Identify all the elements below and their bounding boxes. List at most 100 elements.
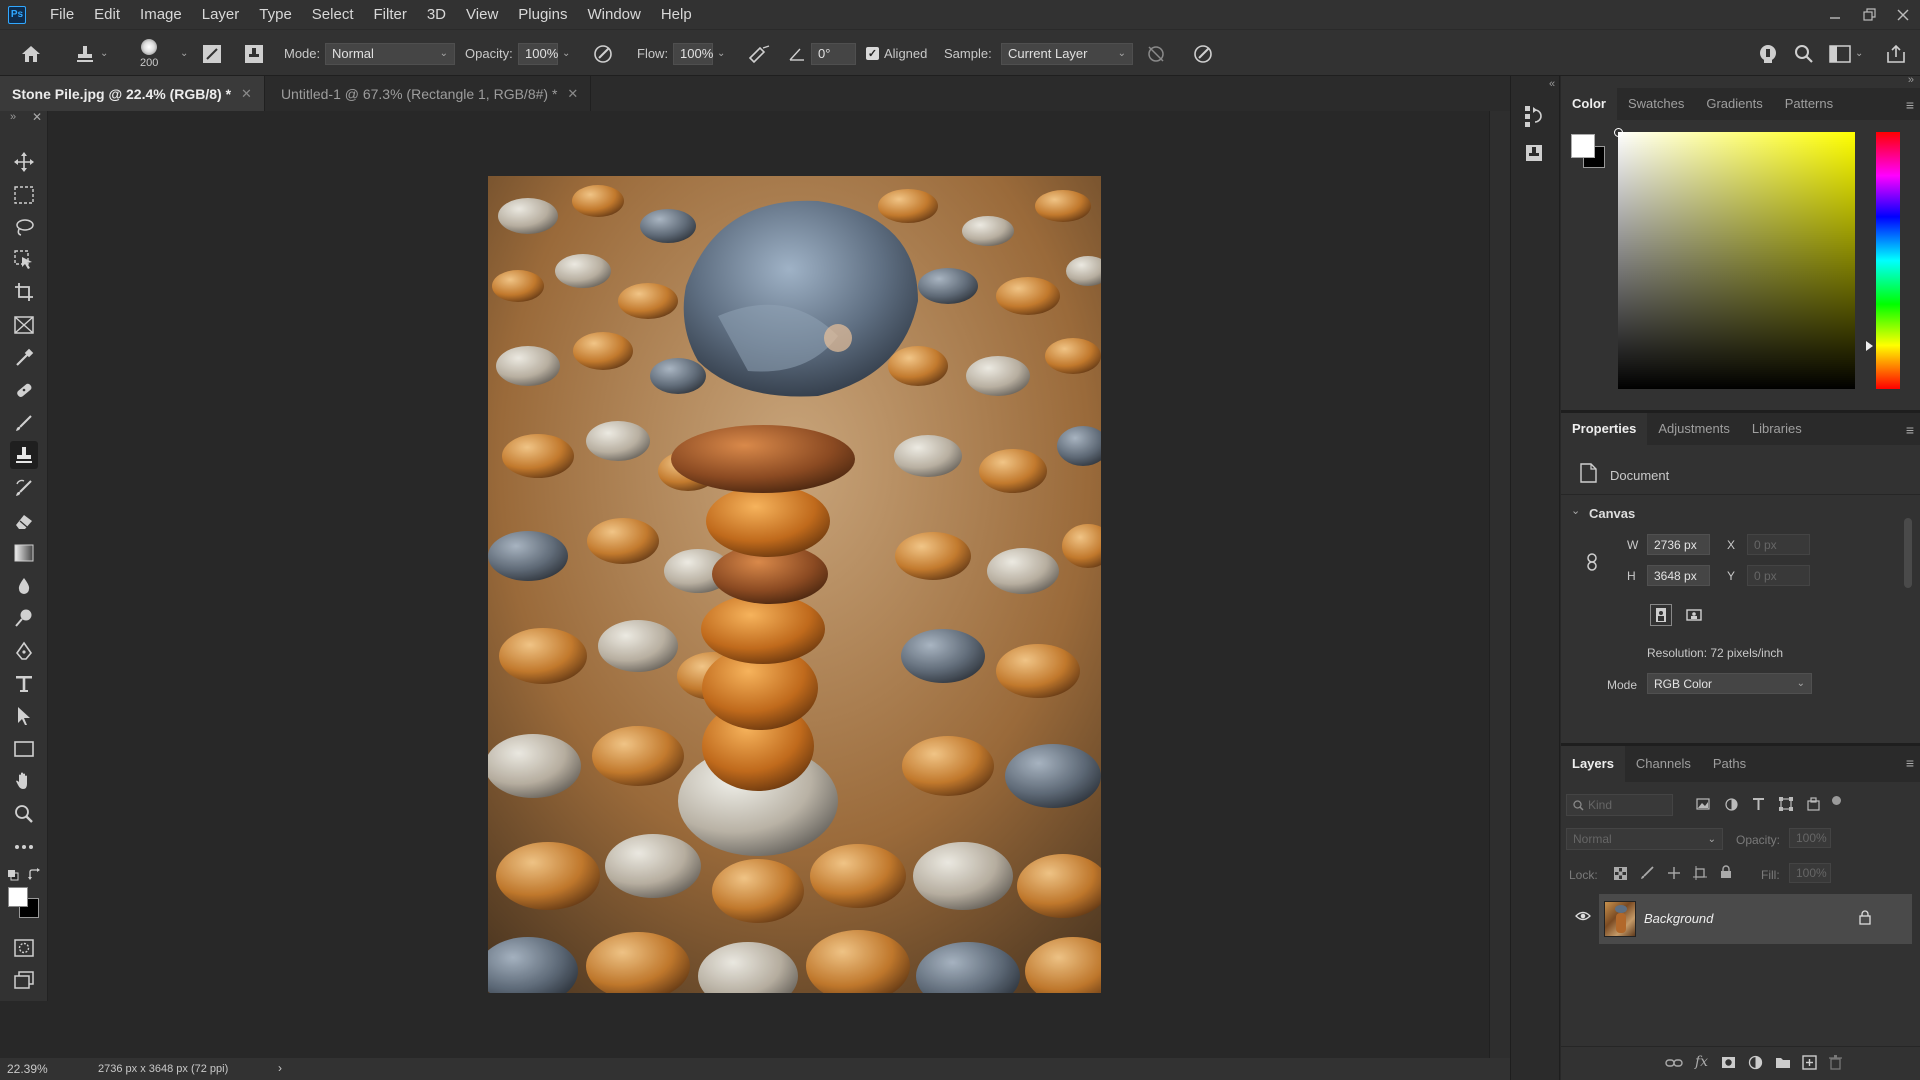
canvas-height-input[interactable]: 3648 px [1647, 565, 1710, 586]
canvas-vertical-scrollbar[interactable] [1489, 111, 1510, 1058]
pressure-opacity-toggle[interactable] [592, 30, 614, 77]
clone-source-panel-button[interactable] [1525, 144, 1543, 162]
landscape-orientation-button[interactable] [1683, 604, 1705, 626]
menu-edit[interactable]: Edit [84, 0, 130, 29]
lock-image-pixels-button[interactable] [1640, 866, 1654, 880]
aligned-checkbox[interactable]: ✓ Aligned [866, 30, 927, 77]
hue-slider-handle[interactable] [1866, 341, 1873, 351]
move-tool[interactable] [10, 148, 38, 176]
blur-tool[interactable] [10, 572, 38, 600]
canvas-section-title[interactable]: Canvas [1589, 506, 1635, 521]
menu-view[interactable]: View [456, 0, 508, 29]
hue-slider[interactable] [1876, 132, 1900, 389]
layer-filter-select[interactable]: Kind [1566, 794, 1673, 816]
home-button[interactable] [20, 30, 42, 77]
flow-input[interactable]: 100% [673, 42, 713, 65]
restore-button[interactable] [1852, 0, 1886, 29]
eyedropper-tool[interactable] [10, 344, 38, 372]
sample-select[interactable]: Current Layer ⌄ [1001, 42, 1133, 65]
filter-shape-layers[interactable] [1779, 797, 1793, 811]
lock-transparent-pixels-button[interactable] [1614, 867, 1627, 880]
menu-layer[interactable]: Layer [192, 0, 250, 29]
tab-patterns[interactable]: Patterns [1774, 88, 1844, 120]
search-button[interactable] [1794, 30, 1814, 77]
screen-mode-button[interactable] [10, 966, 38, 994]
airbrush-toggle[interactable] [747, 30, 771, 77]
filter-adjustment-layers[interactable] [1725, 798, 1738, 811]
lock-all-button[interactable] [1720, 865, 1732, 879]
color-panel-swatches[interactable] [1571, 134, 1607, 170]
color-mode-select[interactable]: RGB Color ⌄ [1647, 673, 1812, 694]
path-selection-tool[interactable] [10, 702, 38, 730]
color-picker-cursor[interactable] [1614, 128, 1623, 137]
brush-chevron[interactable]: ⌄ [176, 30, 188, 77]
stone-pile-image[interactable] [488, 176, 1101, 993]
scrollbar-thumb[interactable] [1904, 518, 1912, 588]
tab-adjustments[interactable]: Adjustments [1647, 413, 1741, 445]
tab-swatches[interactable]: Swatches [1617, 88, 1695, 120]
filter-pixel-layers[interactable] [1696, 798, 1710, 810]
minimize-button[interactable] [1818, 0, 1852, 29]
filter-smart-objects[interactable] [1807, 797, 1820, 811]
layer-lock-icon[interactable] [1859, 910, 1871, 925]
quick-mask-button[interactable] [10, 934, 38, 962]
layer-name[interactable]: Background [1644, 911, 1713, 926]
clone-stamp-tool[interactable] [10, 441, 38, 469]
panel-menu-icon[interactable]: ≡ [1906, 755, 1914, 771]
healing-brush-tool[interactable] [10, 376, 38, 404]
close-tab-icon[interactable]: ✕ [241, 86, 252, 102]
menu-select[interactable]: Select [302, 0, 364, 29]
menu-type[interactable]: Type [249, 0, 302, 29]
layer-row-background[interactable]: Background [1599, 894, 1912, 944]
add-mask-button[interactable] [1721, 1056, 1736, 1069]
history-brush-tool[interactable] [10, 474, 38, 502]
tab-libraries[interactable]: Libraries [1741, 413, 1813, 445]
canvas-width-input[interactable]: 2736 px [1647, 534, 1710, 555]
dodge-tool[interactable] [10, 604, 38, 632]
tab-stone-pile[interactable]: Stone Pile.jpg @ 22.4% (RGB/8) * ✕ [0, 76, 265, 111]
panel-menu-icon[interactable]: ≡ [1906, 422, 1914, 438]
tab-paths[interactable]: Paths [1702, 748, 1757, 780]
type-tool[interactable] [10, 670, 38, 698]
menu-window[interactable]: Window [577, 0, 650, 29]
new-layer-button[interactable] [1802, 1055, 1817, 1070]
link-layers-button[interactable] [1665, 1057, 1683, 1069]
tab-untitled-1[interactable]: Untitled-1 @ 67.3% (Rectangle 1, RGB/8#)… [265, 76, 592, 111]
history-panel-button[interactable] [1523, 104, 1545, 130]
clone-source-toggle[interactable] [244, 30, 264, 77]
menu-image[interactable]: Image [130, 0, 192, 29]
document-canvas-area[interactable] [49, 111, 1489, 1058]
brush-tool[interactable] [10, 409, 38, 437]
angle-input[interactable]: 0° [811, 42, 856, 65]
opacity-input[interactable]: 100% [518, 42, 558, 65]
tab-properties[interactable]: Properties [1561, 413, 1648, 445]
crop-tool[interactable] [10, 278, 38, 306]
foreground-color-swatch[interactable] [1571, 134, 1595, 158]
close-button[interactable] [1886, 0, 1920, 29]
new-group-button[interactable] [1775, 1055, 1791, 1069]
collapse-panels-icon[interactable]: » [1908, 74, 1914, 86]
angle-control[interactable] [788, 30, 806, 77]
eraser-tool[interactable] [10, 507, 38, 535]
expand-dock-icon[interactable]: « [1549, 78, 1555, 90]
lasso-tool[interactable] [10, 213, 38, 241]
workspace-switcher[interactable]: ⌄ [1829, 30, 1863, 77]
lock-artboard-button[interactable] [1693, 866, 1707, 880]
zoom-level[interactable]: 22.39% [7, 1062, 48, 1076]
adjustment-layer-button[interactable] [1748, 1055, 1763, 1070]
portrait-orientation-button[interactable] [1650, 604, 1672, 626]
hand-tool[interactable] [10, 767, 38, 795]
color-swatches[interactable] [8, 887, 40, 919]
swap-colors-button[interactable] [28, 868, 41, 881]
panel-menu-icon[interactable]: ≡ [1906, 97, 1914, 113]
ignore-adjustment-layers-toggle[interactable] [1146, 30, 1166, 77]
rectangle-tool[interactable] [10, 735, 38, 763]
close-toolbar-icon[interactable]: ✕ [32, 110, 42, 124]
brush-preset-picker[interactable]: 200 [140, 30, 158, 77]
blend-mode-select[interactable]: Normal ⌄ [1566, 828, 1723, 850]
mode-select[interactable]: Normal ⌄ [325, 42, 455, 65]
frame-tool[interactable] [10, 311, 38, 339]
layer-opacity-input[interactable]: 100% [1789, 828, 1831, 848]
flow-dropdown-icon[interactable]: ⌄ [717, 48, 725, 59]
gradient-tool[interactable] [10, 539, 38, 567]
